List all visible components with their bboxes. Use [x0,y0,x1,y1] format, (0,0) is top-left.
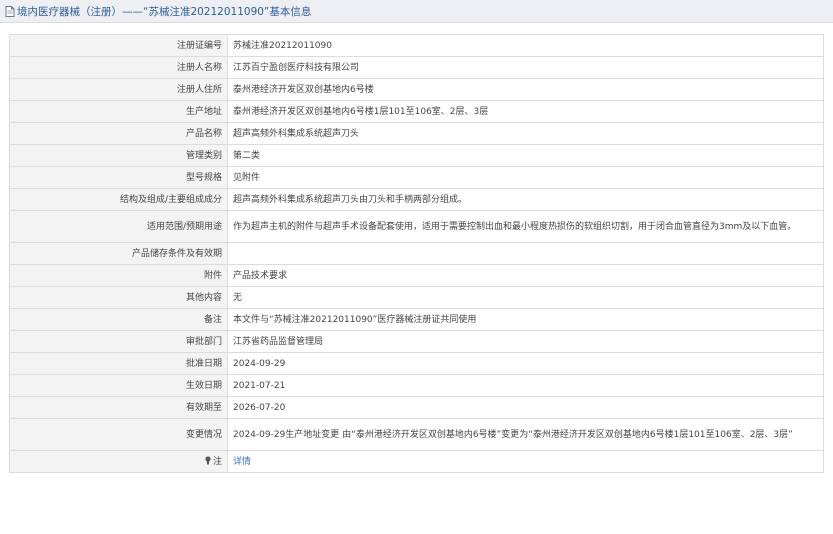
table-row: 管理类别 第二类 [9,144,824,167]
field-value: 江苏省药品监督管理局 [227,330,824,353]
table-row: 其他内容 无 [9,286,824,309]
table-row: 有效期至 2026-07-20 [9,396,824,419]
table-row: 注册人名称 江苏百宁盈创医疗科技有限公司 [9,56,824,79]
table-row: 产品储存条件及有效期 [9,242,824,265]
field-label: 附件 [9,264,228,287]
field-label: 产品名称 [9,122,228,145]
field-label: 变更情况 [9,418,228,451]
field-value: 见附件 [227,166,824,189]
field-label: 有效期至 [9,396,228,419]
field-value: 第二类 [227,144,824,167]
field-value: 2026-07-20 [227,396,824,419]
field-label: 审批部门 [9,330,228,353]
note-label-cell: 注 [9,450,228,473]
table-row: 附件 产品技术要求 [9,264,824,287]
info-table: 注册证编号 苏械注准20212011090 注册人名称 江苏百宁盈创医疗科技有限… [9,34,824,473]
field-label: 产品储存条件及有效期 [9,242,228,265]
field-label: 注册人名称 [9,56,228,79]
field-value: 本文件与“苏械注准20212011090”医疗器械注册证共同使用 [227,308,824,331]
table-row: 型号规格 见附件 [9,166,824,189]
table-row: 适用范围/预期用途 作为超声主机的附件与超声手术设备配套使用，适用于需要控制出血… [9,210,824,243]
field-label: 注册证编号 [9,34,228,57]
field-value: 超声高频外科集成系统超声刀头由刀头和手柄两部分组成。 [227,188,824,211]
field-value: 泰州港经济开发区双创基地内6号楼 [227,78,824,101]
note-label: 注 [212,456,222,467]
field-value: 2024-09-29 [227,352,824,375]
note-value-cell: 详情 [227,450,824,473]
field-label: 生效日期 [9,374,228,397]
field-label: 注册人住所 [9,78,228,101]
field-value: 超声高频外科集成系统超声刀头 [227,122,824,145]
document-icon [5,5,15,17]
table-row: 注册证编号 苏械注准20212011090 [9,34,824,57]
field-value [227,242,824,265]
field-value: 无 [227,286,824,309]
field-label: 生产地址 [9,100,228,123]
field-label: 其他内容 [9,286,228,309]
table-row: 备注 本文件与“苏械注准20212011090”医疗器械注册证共同使用 [9,308,824,331]
table-row: 批准日期 2024-09-29 [9,352,824,375]
field-label: 管理类别 [9,144,228,167]
field-value: 2021-07-21 [227,374,824,397]
field-label: 批准日期 [9,352,228,375]
field-label: 结构及组成/主要组成成分 [9,188,228,211]
field-value: 江苏百宁盈创医疗科技有限公司 [227,56,824,79]
field-value: 作为超声主机的附件与超声手术设备配套使用，适用于需要控制出血和最小程度热损伤的软… [227,210,824,243]
page-header: 境内医疗器械（注册）——“苏械注准20212011090”基本信息 [0,0,833,23]
table-row: 生效日期 2021-07-21 [9,374,824,397]
table-row: 注册人住所 泰州港经济开发区双创基地内6号楼 [9,78,824,101]
field-value: 产品技术要求 [227,264,824,287]
table-row: 注 详情 [9,450,824,473]
field-label: 备注 [9,308,228,331]
field-value: 2024-09-29生产地址变更 由“泰州港经济开发区双创基地内6号楼”变更为“… [227,418,824,451]
details-link[interactable]: 详情 [233,457,251,467]
table-row: 结构及组成/主要组成成分 超声高频外科集成系统超声刀头由刀头和手柄两部分组成。 [9,188,824,211]
table-row: 审批部门 江苏省药品监督管理局 [9,330,824,353]
field-value: 泰州港经济开发区双创基地内6号楼1层101至106室、2层、3层 [227,100,824,123]
table-row: 生产地址 泰州港经济开发区双创基地内6号楼1层101至106室、2层、3层 [9,100,824,123]
field-value: 苏械注准20212011090 [227,34,824,57]
field-label: 适用范围/预期用途 [9,210,228,243]
page-title: 境内医疗器械（注册）——“苏械注准20212011090”基本信息 [17,5,312,18]
field-label: 型号规格 [9,166,228,189]
note-icon [204,455,212,465]
table-row: 产品名称 超声高频外科集成系统超声刀头 [9,122,824,145]
table-row: 变更情况 2024-09-29生产地址变更 由“泰州港经济开发区双创基地内6号楼… [9,418,824,451]
